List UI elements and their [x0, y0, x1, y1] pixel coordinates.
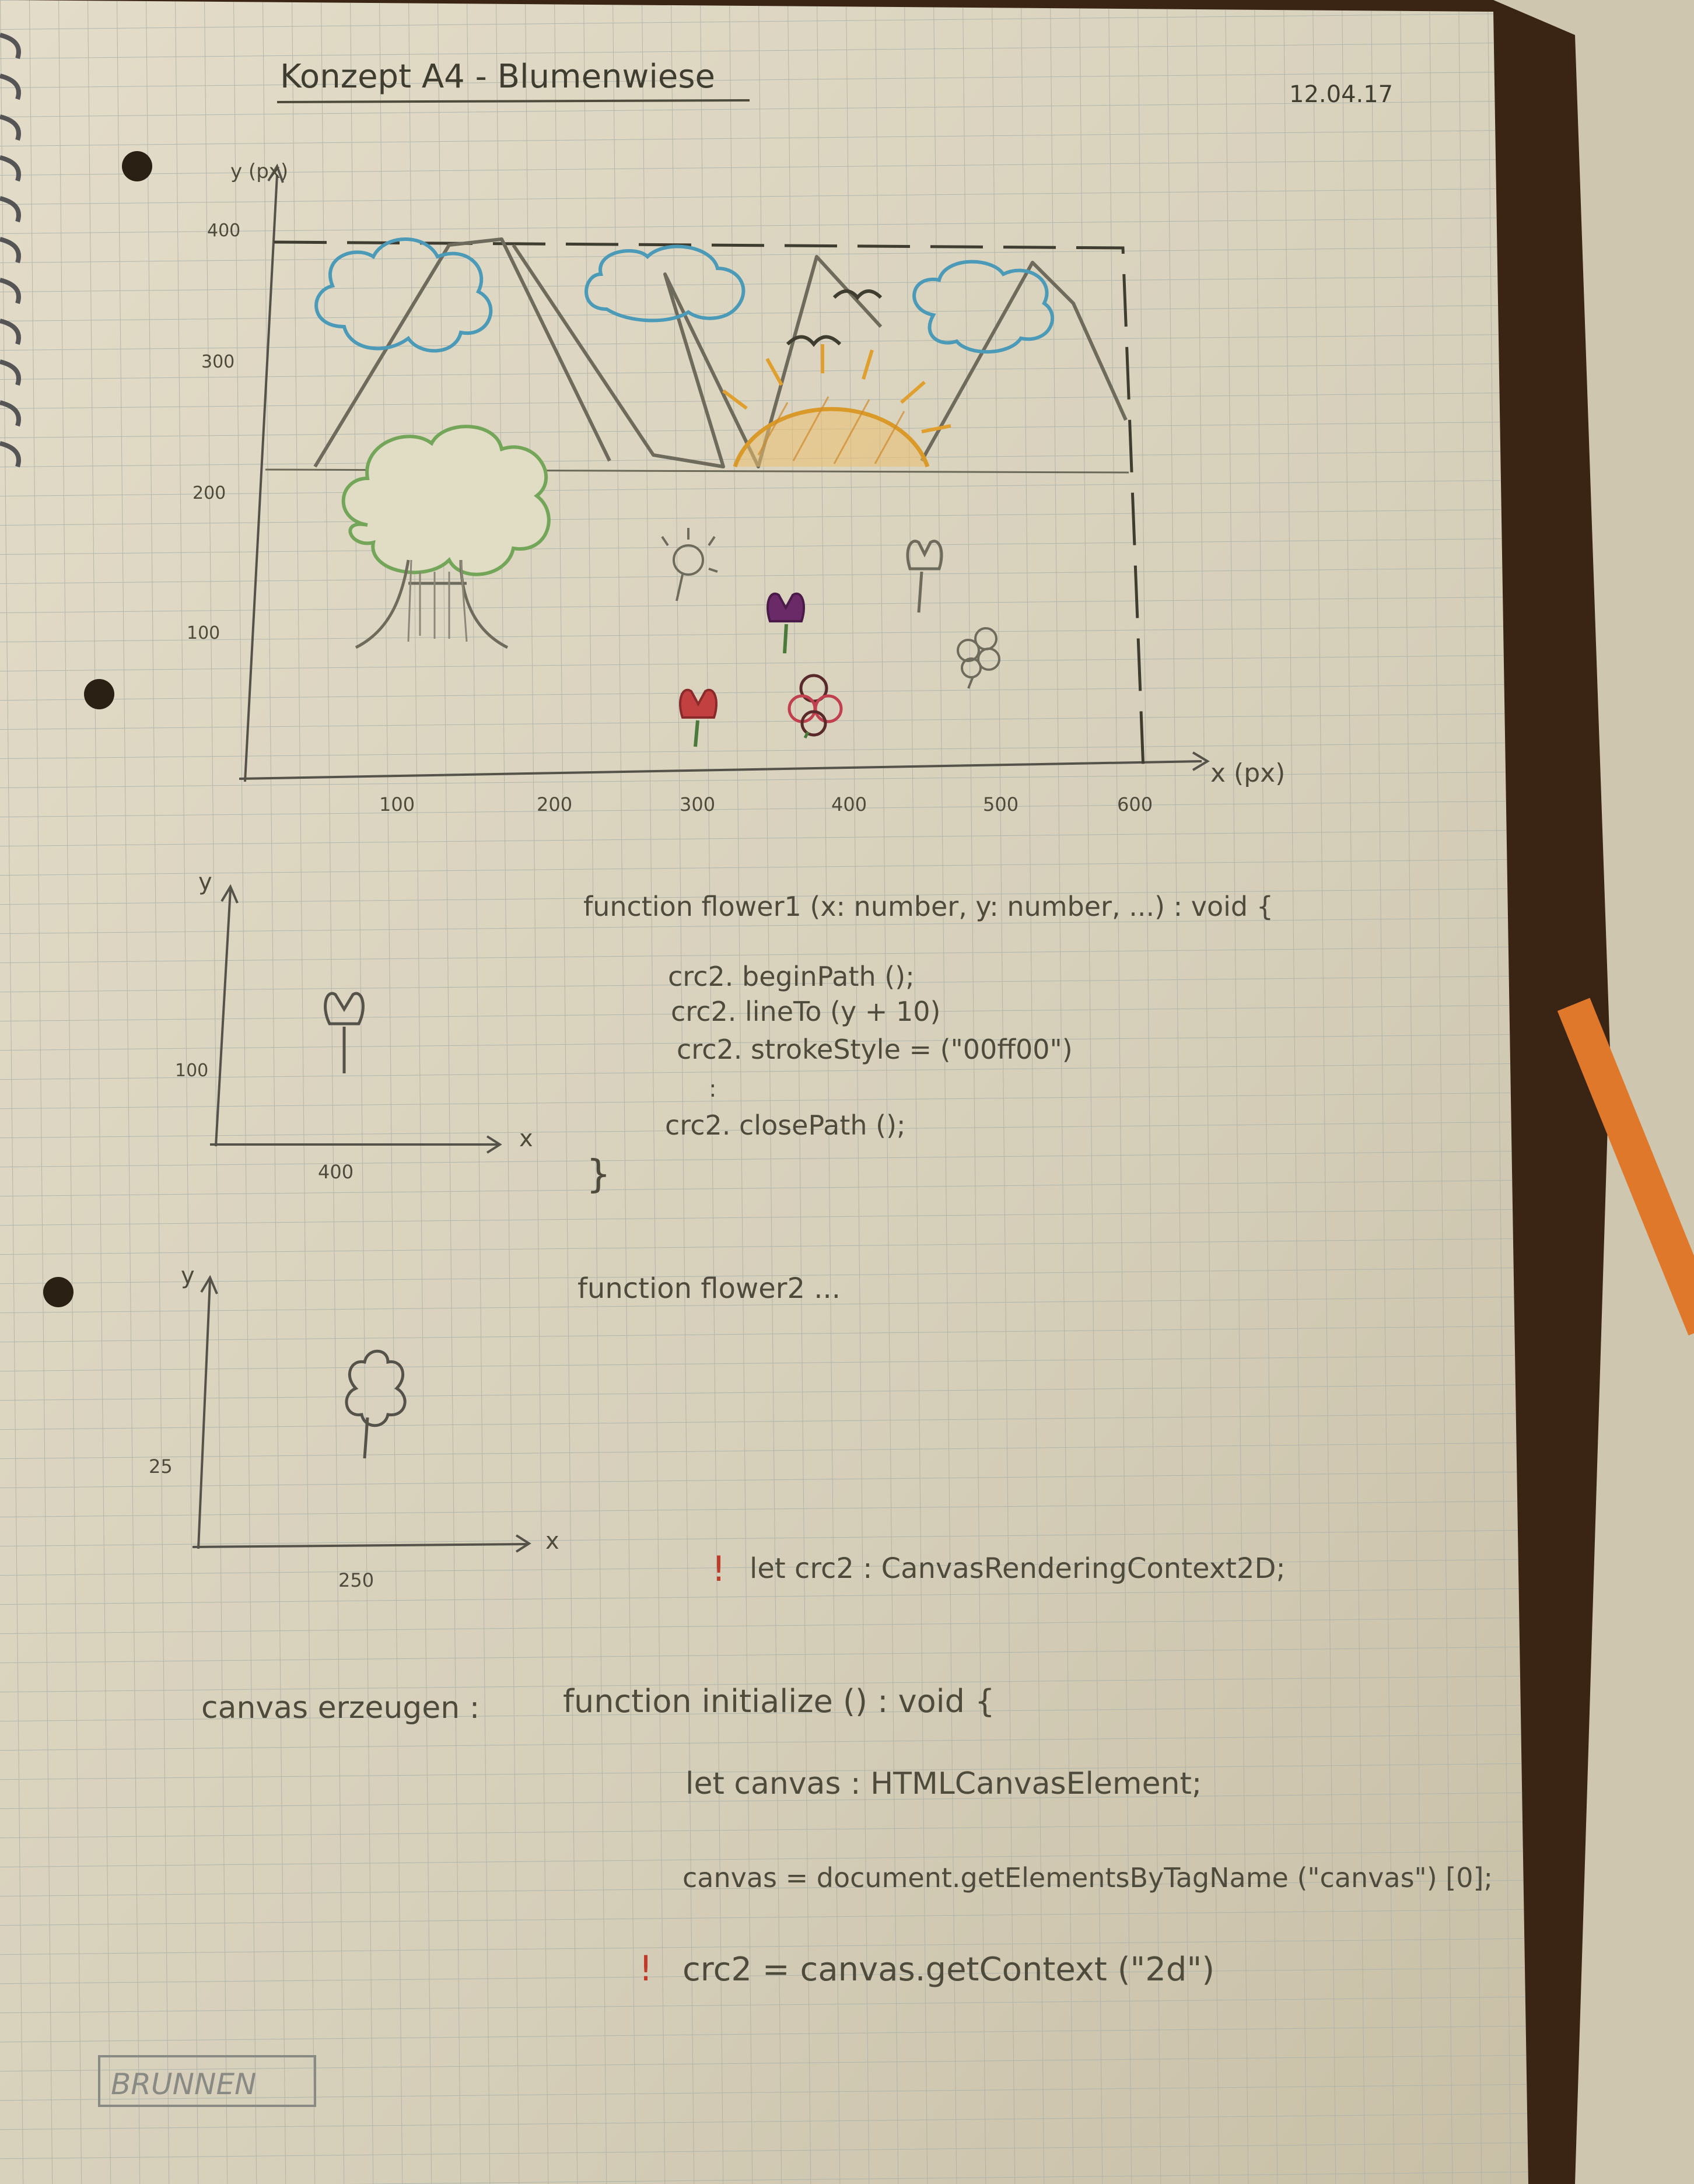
page-title: Konzept A4 - Blumenwiese — [280, 58, 715, 96]
x-axis-label: x — [545, 1528, 559, 1555]
code-crc-declaration: let crc2 : CanvasRenderingContext2D; — [750, 1552, 1286, 1585]
code-line: crc2. lineTo (y + 10) — [671, 996, 941, 1027]
code-line: let canvas : HTMLCanvasElement; — [685, 1766, 1202, 1801]
code-line: crc2. strokeStyle = ("00ff00") — [677, 1034, 1073, 1065]
code-signature: function flower1 (x: number, y: number, … — [583, 891, 1273, 922]
code-line: crc2 = canvas.getContext ("2d") — [682, 1951, 1214, 1989]
code-signature: function initialize () : void { — [563, 1683, 995, 1720]
y-tick-label: 100 — [175, 1060, 208, 1081]
code-label: canvas erzeugen : — [201, 1690, 480, 1726]
code-line: crc2. beginPath (); — [668, 961, 915, 992]
x-tick-label: 500 — [983, 793, 1019, 816]
page-date: 12.04.17 — [1289, 81, 1393, 108]
brand-text: BRUNNEN — [111, 2067, 256, 2101]
y-axis-label: y (px) — [230, 160, 288, 183]
y-tick-label: 100 — [187, 623, 220, 643]
punch-hole — [84, 679, 114, 709]
code-line: : — [709, 1076, 716, 1102]
y-axis-label: y — [181, 1262, 195, 1289]
y-tick-label: 200 — [192, 483, 226, 503]
code-line: canvas = document.getElementsByTagName (… — [682, 1862, 1493, 1894]
notebook-photo: Konzept A4 - Blumenwiese 12.04.17 y (px)… — [0, 0, 1694, 2184]
y-tick-label: 400 — [207, 220, 240, 241]
x-tick-label: 200 — [537, 793, 572, 816]
notebook-page: Konzept A4 - Blumenwiese 12.04.17 y (px)… — [0, 0, 1694, 2184]
punch-hole — [122, 151, 152, 181]
x-tick-label: 300 — [680, 793, 715, 816]
x-axis-label: x (px) — [1210, 758, 1285, 788]
x-tick-label: 400 — [831, 793, 867, 816]
x-axis-label: x — [519, 1125, 533, 1152]
grid-lines — [0, 0, 1528, 2184]
important-marker-icon: ! — [712, 1549, 726, 1590]
code-closing-brace: } — [586, 1152, 611, 1196]
code-line: crc2. closePath (); — [665, 1110, 906, 1141]
y-axis-label: y — [198, 869, 212, 895]
important-marker-icon: ! — [639, 1948, 653, 1989]
code-flower2-signature: function flower2 ... — [578, 1272, 841, 1305]
x-tick-label: 600 — [1117, 793, 1153, 816]
x-tick-label: 400 — [318, 1161, 354, 1183]
punch-hole — [43, 1277, 74, 1307]
x-tick-label: 250 — [338, 1569, 374, 1591]
y-tick-label: 25 — [149, 1455, 173, 1478]
y-tick-label: 300 — [201, 352, 235, 372]
x-tick-label: 100 — [379, 793, 415, 816]
